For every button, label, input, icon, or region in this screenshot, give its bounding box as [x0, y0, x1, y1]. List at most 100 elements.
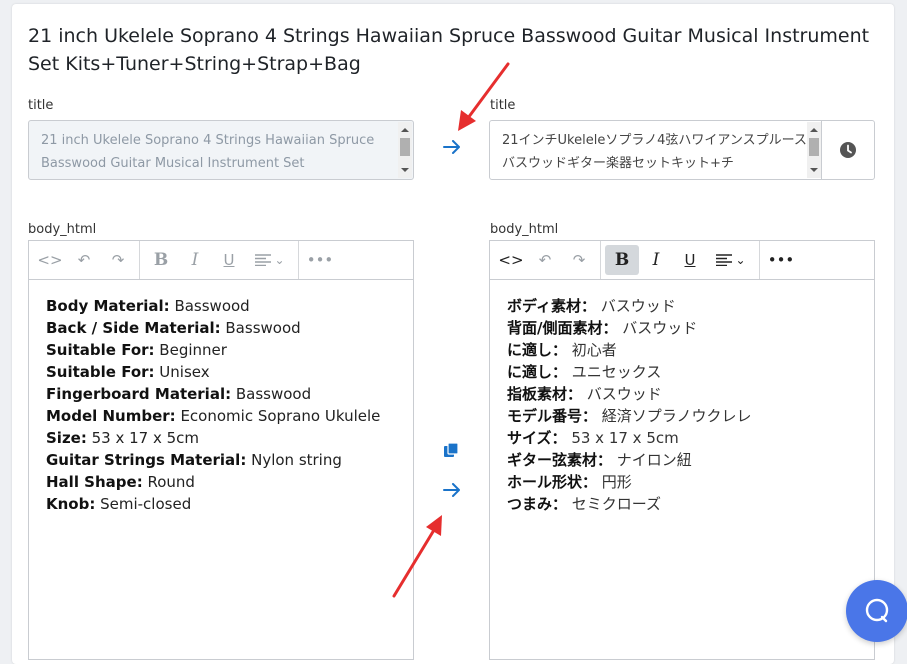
translation-spec-row: ボディ素材： バスウッド [507, 295, 864, 317]
source-spec-value: Nylon string [246, 451, 342, 469]
source-bold-button[interactable]: B [144, 245, 178, 275]
copy-body-button[interactable] [439, 438, 463, 462]
translation-spec-key: ボディ素材： [507, 297, 596, 315]
translation-spec-key: 背面/側面素材： [507, 319, 618, 337]
translation-spec-row: に適し： ユニセックス [507, 361, 864, 383]
translation-undo-button[interactable]: ↶ [528, 245, 562, 275]
chevron-down-icon: ⌄ [274, 253, 285, 267]
translation-spec-row: サイズ： 53 x 17 x 5cm [507, 427, 864, 449]
translation-spec-value: バスウッド [617, 319, 698, 337]
translation-spec-key: ホール形状： [507, 473, 598, 491]
source-spec-row: Size: 53 x 17 x 5cm [46, 427, 403, 449]
clock-icon [840, 142, 856, 158]
translation-spec-value: 53 x 17 x 5cm [566, 429, 679, 447]
translation-spec-value: ナイロン紐 [612, 451, 692, 469]
source-spec-row: Knob: Semi-closed [46, 493, 403, 515]
copy-icon [444, 442, 459, 457]
translation-title-label: title [490, 98, 516, 113]
translation-spec-value: バスウッド [582, 385, 662, 403]
source-spec-value: Semi-closed [95, 495, 192, 513]
source-spec-value: Basswood [169, 297, 250, 315]
translation-spec-value: 経済ソプラノウクレレ [597, 407, 752, 425]
chat-support-button[interactable] [846, 580, 907, 642]
translation-bold-button[interactable]: B [605, 245, 639, 275]
align-left-icon [716, 254, 733, 266]
translation-spec-row: 背面/側面素材： バスウッド [507, 317, 864, 339]
source-undo-button[interactable]: ↶ [67, 245, 101, 275]
translation-body-label: body_html [490, 222, 559, 237]
page-title: 21 inch Ukelele Soprano 4 Strings Hawaii… [28, 25, 870, 75]
translation-editor-toolbar: <> ↶ ↷ B I U ⌄ ••• [490, 241, 874, 280]
history-button[interactable] [821, 121, 874, 179]
translation-body-editor[interactable]: <> ↶ ↷ B I U ⌄ ••• ボディ素材： バスウッド 背面/側面素材： … [489, 240, 875, 660]
source-underline-button[interactable]: U [212, 245, 246, 275]
align-left-icon [255, 254, 272, 266]
translation-spec-row: に適し： 初心者 [507, 339, 864, 361]
translation-spec-row: 指板素材： バスウッド [507, 383, 864, 405]
translation-align-dropdown[interactable]: ⌄ [707, 245, 755, 275]
source-more-button[interactable]: ••• [303, 245, 337, 275]
translation-body-content[interactable]: ボディ素材： バスウッド 背面/側面素材： バスウッド に適し： 初心者 に適し： ユ… [507, 295, 864, 515]
source-spec-value: 53 x 17 x 5cm [86, 429, 200, 447]
translation-spec-key: 指板素材： [507, 385, 583, 403]
translation-spec-key: サイズ： [507, 429, 567, 447]
translate-body-button[interactable] [440, 478, 464, 502]
source-redo-button[interactable]: ↷ [101, 245, 135, 275]
translation-spec-key: モデル番号： [507, 407, 598, 425]
source-body-content[interactable]: Body Material: Basswood Back / Side Mater… [46, 295, 403, 515]
source-italic-button[interactable]: I [178, 245, 212, 275]
translation-spec-value: 円形 [597, 473, 632, 491]
source-spec-value: Basswood [231, 385, 312, 403]
source-spec-row: Guitar Strings Material: Nylon string [46, 449, 403, 471]
translation-title-scrollbar[interactable] [807, 122, 821, 178]
translation-spec-key: に適し： [507, 341, 568, 359]
translation-spec-value: 初心者 [567, 341, 617, 359]
source-editor-toolbar: <> ↶ ↷ B I U ⌄ ••• [29, 241, 413, 280]
source-spec-value: Beginner [154, 341, 227, 359]
translation-title-field[interactable]: 21インチUkeleleソプラノ4弦ハワイアンスプルースバスウッドギター楽器セッ… [489, 120, 875, 180]
source-align-dropdown[interactable]: ⌄ [246, 245, 294, 275]
translation-spec-key: つまみ： [507, 495, 568, 513]
source-code-view-button[interactable]: <> [33, 245, 67, 275]
translate-title-button[interactable] [440, 135, 464, 159]
source-spec-key: Suitable For: [46, 341, 155, 359]
source-spec-row: Fingerboard Material: Basswood [46, 383, 403, 405]
translation-spec-row: モデル番号： 経済ソプラノウクレレ [507, 405, 864, 427]
translation-italic-button[interactable]: I [639, 245, 673, 275]
source-spec-row: Suitable For: Beginner [46, 339, 403, 361]
source-spec-key: Knob: [46, 495, 96, 513]
chat-icon [865, 598, 889, 623]
source-spec-key: Back / Side Material: [46, 319, 221, 337]
translation-spec-row: ホール形状： 円形 [507, 471, 864, 493]
translation-redo-button[interactable]: ↷ [562, 245, 596, 275]
source-spec-row: Hall Shape: Round [46, 471, 403, 493]
arrow-right-icon [443, 483, 460, 497]
translation-spec-row: ギター弦素材： ナイロン紐 [507, 449, 864, 471]
translation-spec-key: ギター弦素材： [507, 451, 613, 469]
translation-spec-value: ユニセックス [567, 363, 662, 381]
source-title-field[interactable]: 21 inch Ukelele Soprano 4 Strings Hawaii… [28, 120, 414, 180]
translation-spec-value: バスウッド [595, 297, 676, 315]
source-title-scrollbar[interactable] [398, 122, 412, 178]
source-spec-key: Guitar Strings Material: [46, 451, 247, 469]
translation-spec-value: セミクローズ [567, 495, 662, 513]
source-spec-value: Round [142, 473, 195, 491]
translation-spec-row: つまみ： セミクローズ [507, 493, 864, 515]
source-title-text: 21 inch Ukelele Soprano 4 Strings Hawaii… [41, 133, 375, 171]
source-spec-row: Suitable For: Unisex [46, 361, 403, 383]
source-body-label: body_html [28, 222, 97, 237]
source-spec-row: Model Number: Economic Soprano Ukulele [46, 405, 403, 427]
translation-underline-button[interactable]: U [673, 245, 707, 275]
source-spec-key: Hall Shape: [46, 473, 143, 491]
translation-code-view-button[interactable]: <> [494, 245, 528, 275]
source-spec-value: Basswood [220, 319, 301, 337]
source-spec-key: Fingerboard Material: [46, 385, 232, 403]
source-spec-key: Model Number: [46, 407, 176, 425]
translation-spec-key: に適し： [507, 363, 568, 381]
translation-more-button[interactable]: ••• [764, 245, 798, 275]
source-body-editor[interactable]: <> ↶ ↷ B I U ⌄ ••• Body Material: Basswo… [28, 240, 414, 660]
source-spec-key: Body Material: [46, 297, 170, 315]
source-spec-value: Economic Soprano Ukulele [175, 407, 381, 425]
source-spec-value: Unisex [154, 363, 210, 381]
source-spec-row: Back / Side Material: Basswood [46, 317, 403, 339]
